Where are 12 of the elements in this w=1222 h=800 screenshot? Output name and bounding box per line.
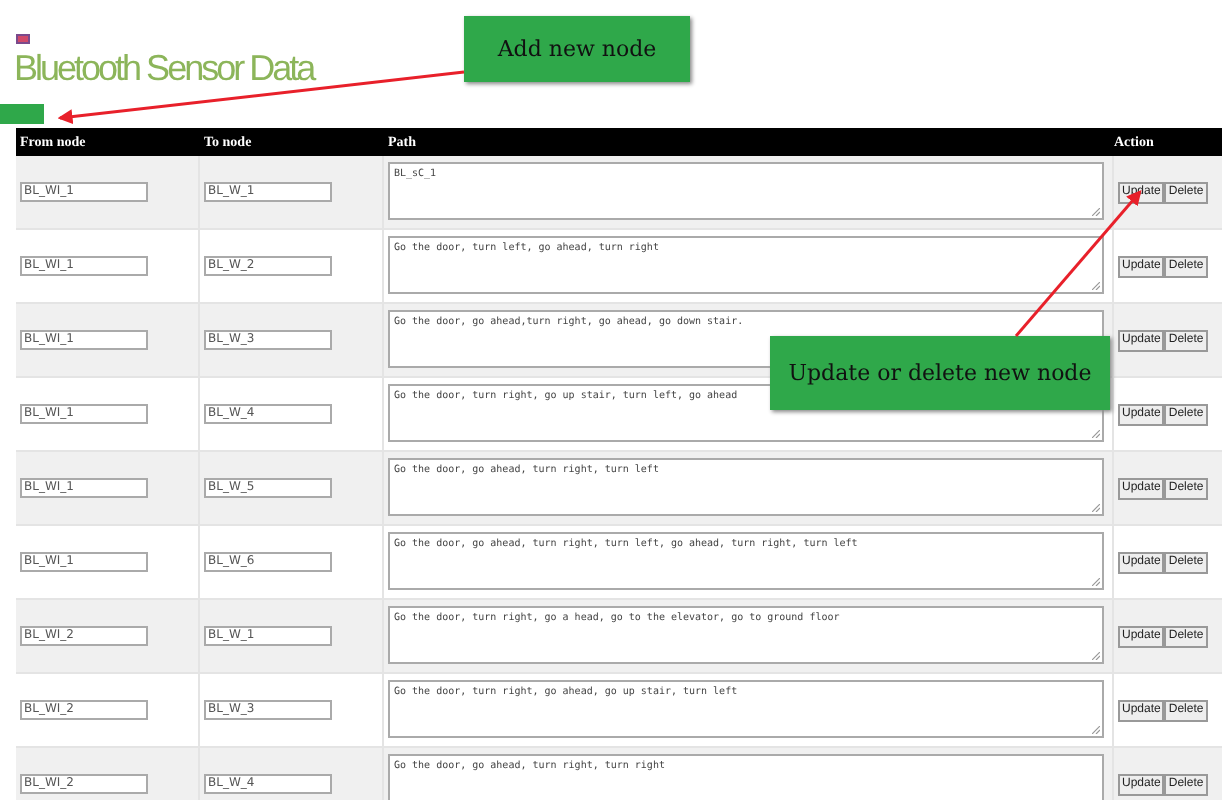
resize-grip-icon[interactable] bbox=[1092, 430, 1100, 438]
callout-tooltip: Update or delete new node bbox=[770, 336, 1110, 410]
resize-grip-icon[interactable] bbox=[1092, 578, 1100, 586]
resize-grip-icon[interactable] bbox=[1092, 208, 1100, 216]
resize-grip-icon[interactable] bbox=[1092, 282, 1100, 290]
resize-grip-icon[interactable] bbox=[1092, 652, 1100, 660]
page-title: Bluetooth Sensor Data bbox=[14, 48, 314, 90]
callout-tooltip: Add new node bbox=[464, 16, 690, 82]
image-icon bbox=[16, 34, 30, 44]
resize-grip-icon[interactable] bbox=[1092, 504, 1100, 512]
add-node-button[interactable] bbox=[0, 104, 44, 124]
resize-grip-icon[interactable] bbox=[1092, 726, 1100, 734]
